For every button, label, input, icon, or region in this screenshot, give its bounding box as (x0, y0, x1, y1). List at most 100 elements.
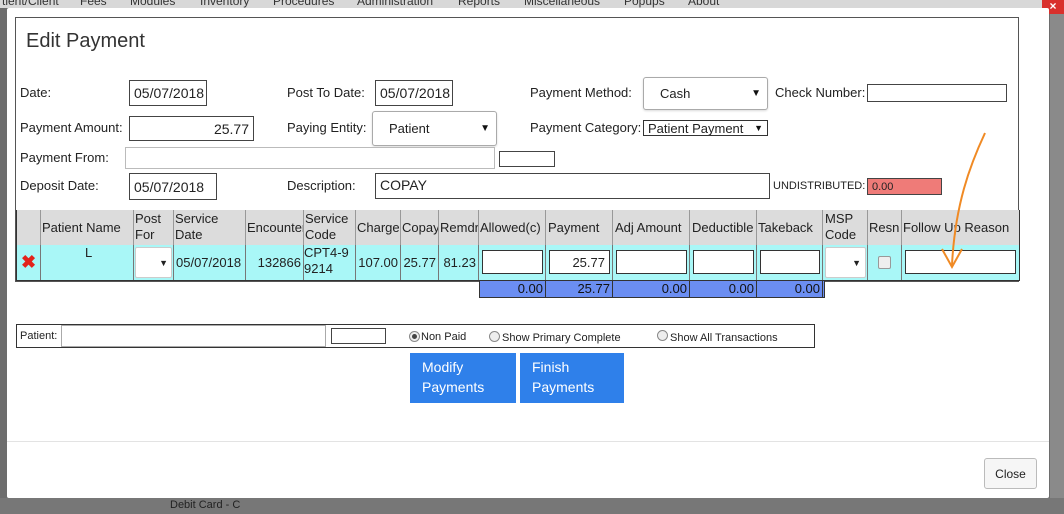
grid-header-patient-name: Patient Name (41, 210, 134, 245)
adj-amount-input[interactable] (616, 250, 687, 274)
row-charge: 107.00 (356, 245, 401, 280)
total-payment: 25.77 (546, 281, 613, 298)
grid-header-takeback: Takeback (757, 210, 823, 245)
background-footer: Debit Card - C (0, 498, 1064, 514)
totals-edge (823, 281, 825, 298)
row-resn-cell (868, 245, 902, 280)
check-number-input[interactable] (867, 84, 1007, 102)
payment-category-select[interactable]: Patient Payment ▼ (643, 120, 768, 136)
deductible-input[interactable] (693, 250, 754, 274)
total-allowed: 0.00 (479, 281, 546, 298)
resn-checkbox[interactable] (878, 256, 891, 269)
row-encounter: 132866 (246, 245, 304, 280)
finish-payments-button[interactable]: Finish Payments (520, 353, 624, 403)
modify-payments-button[interactable]: Modify Payments (410, 353, 516, 403)
paying-entity-select[interactable]: Patient ▼ (372, 111, 497, 146)
grid-header-payment: Payment (546, 210, 613, 245)
grid-header-post-for: Post For (134, 210, 174, 245)
grid-header-select (17, 210, 41, 245)
menu-item-about: About (688, 0, 720, 8)
annotation-arrow-icon (941, 132, 986, 270)
row-service-code: CPT4-99214 (304, 245, 356, 280)
close-button[interactable]: Close (984, 458, 1037, 489)
menu-item-procedures: Procedures (273, 0, 335, 8)
dropdown-arrow-icon: ▼ (480, 123, 490, 134)
dropdown-arrow-icon: ▼ (159, 258, 168, 268)
payment-input[interactable]: 25.77 (549, 250, 610, 274)
row-remdr: 81.23 (439, 245, 479, 280)
menu-item-modules: Modules (130, 0, 176, 8)
total-adj-amount: 0.00 (613, 281, 690, 298)
background-fragment-text: Debit Card - C (170, 499, 241, 511)
payment-from-id-input[interactable] (499, 151, 555, 167)
row-service-date: 05/07/2018 (174, 245, 246, 280)
grid-header-deductible: Deductible (690, 210, 757, 245)
undistributed-label: UNDISTRIBUTED: (773, 180, 866, 192)
allowed-input[interactable] (482, 250, 543, 274)
grid-header-resn: Resn (868, 210, 902, 245)
deposit-date-input[interactable]: 05/07/2018 (129, 173, 217, 200)
payment-from-label: Payment From: (20, 150, 109, 165)
menu-item-reports: Reports (458, 0, 501, 8)
menu-item-fees: Fees (80, 0, 107, 8)
delete-row-icon[interactable]: ✖ (17, 245, 41, 280)
menu-item-administration: Administration (357, 0, 434, 8)
background-menu-bar: tient/Client Fees Modules Inventory Proc… (0, 0, 1064, 8)
modal-footer-divider (7, 441, 1049, 442)
takeback-input[interactable] (760, 250, 820, 274)
payment-from-input[interactable] (125, 147, 495, 169)
post-to-date-input[interactable]: 05/07/2018 (375, 80, 453, 106)
date-label: Date: (20, 85, 52, 100)
msp-code-select[interactable]: ▼ (825, 247, 866, 278)
grid-header-service-code: Service Code (304, 210, 356, 245)
total-takeback: 0.00 (757, 281, 823, 298)
menu-item-miscellaneous: Miscellaneous (524, 0, 601, 8)
row-msp-code-cell: ▼ (823, 245, 868, 280)
row-patient-name: L (41, 245, 134, 280)
paying-entity-label: Paying Entity: (287, 120, 367, 135)
background-panel (1050, 14, 1064, 514)
post-to-date-label: Post To Date: (287, 85, 365, 100)
show-primary-complete-label: Show Primary Complete (502, 332, 621, 344)
payment-category-label: Payment Category: (530, 120, 642, 135)
grid-header-service-date: Service Date (174, 210, 246, 245)
grid-header-msp-code: MSP Code (823, 210, 868, 245)
grid-header-allowed: Allowed(c) (479, 210, 546, 245)
dropdown-arrow-icon: ▼ (754, 123, 763, 133)
deposit-date-label: Deposit Date: (20, 178, 99, 193)
grid-header-adj-amount: Adj Amount (613, 210, 690, 245)
grid-header-charge: Charge (356, 210, 401, 245)
show-all-transactions-label: Show All Transactions (670, 332, 778, 344)
grid-header-remdr: Remdr (439, 210, 479, 245)
dropdown-arrow-icon: ▼ (751, 88, 761, 99)
description-label: Description: (287, 178, 356, 193)
non-paid-radio[interactable] (409, 331, 420, 342)
patient-filter-label: Patient: (20, 330, 58, 342)
row-post-for-cell: ▼ (134, 245, 174, 280)
patient-id-input[interactable] (331, 328, 386, 344)
show-all-transactions-radio[interactable] (657, 330, 668, 341)
date-input[interactable]: 05/07/2018 (129, 80, 207, 106)
payment-amount-label: Payment Amount: (20, 120, 123, 135)
payment-amount-input[interactable]: 25.77 (129, 116, 254, 141)
menu-item-patient-client: tient/Client (2, 0, 59, 8)
post-for-select[interactable]: ▼ (135, 247, 172, 278)
dropdown-arrow-icon: ▼ (852, 258, 861, 268)
grid-header-encounter: Encounter (246, 210, 304, 245)
description-input[interactable]: COPAY (375, 173, 770, 199)
paying-entity-value: Patient (389, 121, 430, 136)
payment-method-label: Payment Method: (530, 85, 632, 100)
show-primary-complete-radio[interactable] (489, 331, 500, 342)
total-deductible: 0.00 (690, 281, 757, 298)
patient-filter-input[interactable] (61, 325, 326, 347)
menu-item-popups: Popups (624, 0, 665, 8)
menu-item-inventory: Inventory (200, 0, 250, 8)
payment-method-select[interactable]: Cash ▼ (643, 77, 768, 110)
modal-title: Edit Payment (26, 30, 145, 52)
row-copay: 25.77 (401, 245, 439, 280)
payment-category-value: Patient Payment (648, 120, 744, 136)
grid-header-copay: Copay (401, 210, 439, 245)
non-paid-label: Non Paid (421, 331, 467, 343)
check-number-label: Check Number: (775, 85, 866, 100)
payment-method-value: Cash (660, 86, 691, 101)
